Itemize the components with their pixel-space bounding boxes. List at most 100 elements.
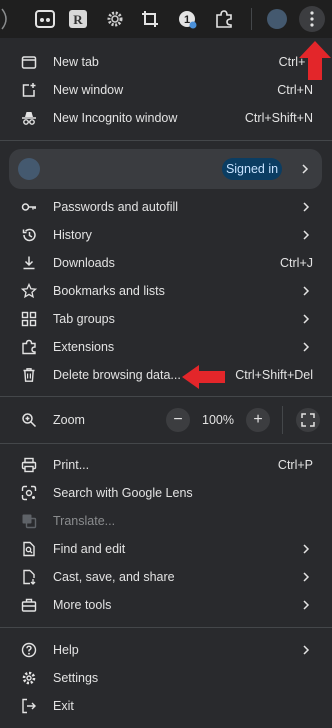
- download-icon: [21, 255, 37, 271]
- menu-item-label: New tab: [53, 55, 99, 69]
- menu-item-label: Zoom: [53, 413, 85, 427]
- menu-item-new-tab[interactable]: New tab Ctrl+T: [0, 48, 332, 76]
- svg-text:R: R: [73, 12, 83, 27]
- menu-item-bookmarks[interactable]: Bookmarks and lists: [0, 277, 332, 305]
- chevron-right-icon: [303, 230, 310, 240]
- translate-icon: [21, 513, 37, 529]
- chevron-right-icon: [303, 572, 310, 582]
- menu-item-label: More tools: [53, 598, 112, 612]
- help-icon: [21, 642, 37, 658]
- menu-item-extensions[interactable]: Extensions: [0, 333, 332, 361]
- menu-item-label: Delete browsing data...: [53, 368, 181, 382]
- signed-in-badge: Signed in: [222, 158, 282, 180]
- menu-separator: [0, 443, 332, 444]
- menu-item-downloads[interactable]: Downloads Ctrl+J: [0, 249, 332, 277]
- svg-text:1: 1: [184, 14, 190, 26]
- menu-item-label: Settings: [53, 671, 99, 685]
- menu-item-label: Help: [53, 643, 79, 657]
- toolbar-divider: [251, 8, 252, 30]
- kebab-menu-icon[interactable]: [299, 6, 325, 32]
- annotation-arrow-up-icon: [299, 41, 331, 80]
- fullscreen-icon: [301, 413, 315, 427]
- menu-item-delete-browsing-data[interactable]: Delete browsing data... Ctrl+Shift+Del: [0, 361, 332, 389]
- incognito-icon: [21, 110, 37, 126]
- menu-item-google-lens[interactable]: Search with Google Lens: [0, 479, 332, 507]
- menu-item-label: Downloads: [53, 256, 115, 270]
- key-icon: [21, 199, 37, 215]
- profile-row[interactable]: Signed in: [9, 149, 322, 189]
- toolbox-icon: [21, 597, 37, 613]
- find-in-page-icon: [21, 541, 37, 557]
- gear-icon: [21, 670, 37, 686]
- partial-edge-icon: [0, 7, 18, 31]
- menu-item-label: New window: [53, 83, 124, 97]
- menu-item-label: Exit: [53, 699, 74, 713]
- menu-item-tab-groups[interactable]: Tab groups: [0, 305, 332, 333]
- menu-item-label: Bookmarks and lists: [53, 284, 165, 298]
- menu-item-label: Search with Google Lens: [53, 486, 193, 500]
- profile-avatar[interactable]: [265, 7, 289, 31]
- history-icon: [21, 227, 37, 243]
- zoom-in-button[interactable]: +: [246, 408, 270, 432]
- menu-item-more-tools[interactable]: More tools: [0, 591, 332, 619]
- menu-separator: [0, 140, 332, 141]
- puzzle-extensions-icon[interactable]: [212, 7, 236, 31]
- menu-item-find-edit[interactable]: Find and edit: [0, 535, 332, 563]
- puzzle-icon: [21, 339, 37, 355]
- chevron-right-icon: [303, 342, 310, 352]
- chevron-right-icon: [303, 202, 310, 212]
- browser-toolbar: R 1: [0, 0, 332, 38]
- new-window-icon: [21, 82, 37, 98]
- zoom-level: 100%: [202, 413, 234, 427]
- menu-item-label: Cast, save, and share: [53, 570, 175, 584]
- chevron-right-icon: [303, 286, 310, 296]
- chevron-right-icon: [303, 544, 310, 554]
- menu-item-print[interactable]: Print... Ctrl+P: [0, 451, 332, 479]
- menu-item-cast-save-share[interactable]: Cast, save, and share: [0, 563, 332, 591]
- annotation-arrow-left-icon: [182, 365, 225, 389]
- menu-item-translate: Translate...: [0, 507, 332, 535]
- menu-item-help[interactable]: Help: [0, 636, 332, 664]
- zoom-out-button[interactable]: −: [166, 408, 190, 432]
- menu-item-label: Find and edit: [53, 542, 126, 556]
- menu-item-label: Print...: [53, 458, 90, 472]
- chevron-right-icon: [303, 314, 310, 324]
- extension-r-icon[interactable]: R: [66, 7, 90, 31]
- menu-item-new-incognito[interactable]: New Incognito window Ctrl+Shift+N: [0, 104, 332, 132]
- exit-icon: [21, 698, 37, 714]
- gear-extension-icon[interactable]: [103, 7, 127, 31]
- menu-item-history[interactable]: History: [0, 221, 332, 249]
- star-icon: [21, 283, 37, 299]
- password-extension-icon[interactable]: 1: [175, 7, 199, 31]
- chevron-right-icon: [303, 645, 310, 655]
- menu-item-label: History: [53, 228, 92, 242]
- new-tab-icon: [21, 54, 37, 70]
- menu-item-label: New Incognito window: [53, 111, 178, 125]
- menu-item-shortcut: Ctrl+Shift+N: [244, 111, 313, 125]
- menu-item-label: Passwords and autofill: [53, 200, 179, 214]
- zoom-divider: [282, 406, 283, 434]
- tab-groups-icon: [21, 311, 37, 327]
- chevron-right-icon: [302, 164, 309, 174]
- profile-avatar: [18, 158, 40, 180]
- fullscreen-button[interactable]: [296, 408, 320, 432]
- menu-item-shortcut: Ctrl+Shift+Del: [235, 368, 313, 382]
- reader-mode-icon[interactable]: [33, 7, 57, 31]
- menu-item-shortcut: Ctrl+N: [277, 83, 313, 97]
- menu-item-label: Translate...: [53, 514, 116, 528]
- menu-item-shortcut: Ctrl+J: [280, 256, 313, 270]
- save-page-icon: [21, 569, 37, 585]
- menu-item-passwords[interactable]: Passwords and autofill: [0, 193, 332, 221]
- menu-item-exit[interactable]: Exit: [0, 692, 332, 720]
- trash-icon: [21, 367, 37, 383]
- menu-item-settings[interactable]: Settings: [0, 664, 332, 692]
- menu-separator: [0, 396, 332, 397]
- chevron-right-icon: [303, 600, 310, 610]
- menu-item-shortcut: Ctrl+P: [277, 458, 313, 472]
- print-icon: [21, 457, 37, 473]
- lens-icon: [21, 485, 37, 501]
- menu-separator: [0, 627, 332, 628]
- crop-icon[interactable]: [138, 7, 162, 31]
- menu-item-new-window[interactable]: New window Ctrl+N: [0, 76, 332, 104]
- menu-item-label: Tab groups: [53, 312, 115, 326]
